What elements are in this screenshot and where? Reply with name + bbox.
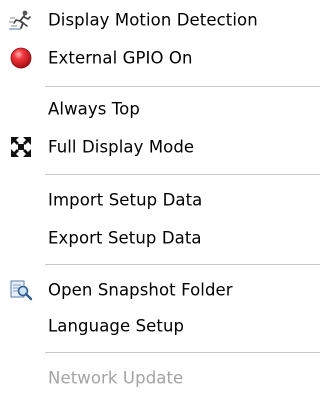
menu-separator [45,86,320,88]
menu-item-label: Network Update [48,368,184,388]
menu-item-export-setup-data[interactable]: Export Setup Data [0,221,335,255]
snapshot-folder-icon [6,276,36,304]
menu-item-open-snapshot-folder[interactable]: Open Snapshot Folder [0,273,335,307]
menu-item-label: Always Top [48,99,140,119]
menu-item-label: External GPIO On [48,48,193,68]
menu-item-display-motion-detection[interactable]: Display Motion Detection [0,3,335,37]
menu-separator [45,264,320,266]
menu-item-language-setup[interactable]: Language Setup [0,309,335,343]
menu-item-label: Full Display Mode [48,137,195,157]
menu-item-label: Display Motion Detection [48,10,258,30]
menu-separator [45,352,320,354]
menu-item-label: Export Setup Data [48,228,202,248]
menu-item-network-update: Network Update [0,361,335,395]
menu-separator [45,174,320,176]
menu-item-label: Import Setup Data [48,190,203,210]
menu-item-label: Language Setup [48,316,185,336]
menu-item-external-gpio-on[interactable]: External GPIO On [0,41,335,75]
menu-item-import-setup-data[interactable]: Import Setup Data [0,183,335,217]
menu-item-full-display-mode[interactable]: Full Display Mode [0,130,335,164]
menu-item-label: Open Snapshot Folder [48,280,233,300]
menu-item-always-top[interactable]: Always Top [0,92,335,126]
context-menu: Display Motion Detection External GPIO O… [0,0,335,398]
red-circle-icon [6,44,36,72]
fullscreen-arrows-icon [6,133,36,161]
motion-detection-icon [6,6,36,34]
